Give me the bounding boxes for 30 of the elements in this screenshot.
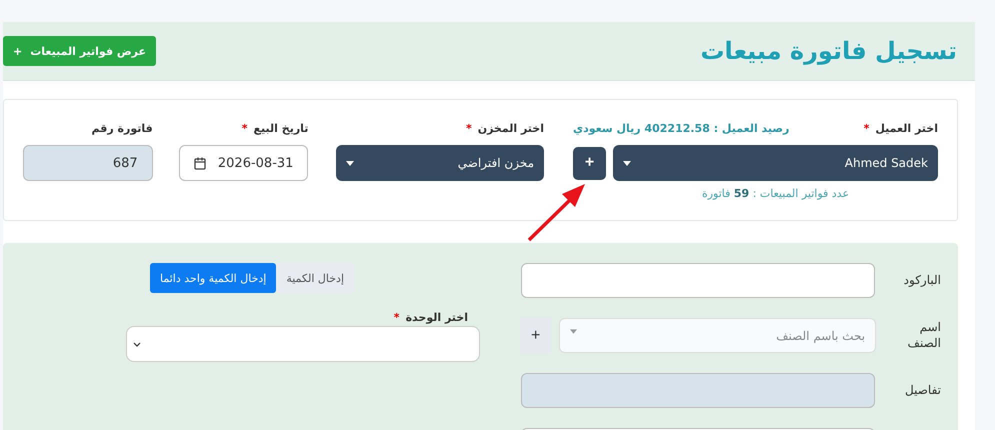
field-label: اختر المخزن [478,122,544,134]
required-mark: * [864,122,870,134]
required-mark: * [466,122,472,134]
chevron-icon [133,342,141,346]
required-mark: * [242,122,248,134]
field-label: اختر العميل [875,122,938,134]
date-field[interactable]: 2026-08-31 [178,145,308,181]
quantity-mode-tab[interactable]: إدخال الكمية واحد دائما [150,263,276,293]
caret-icon [623,160,631,166]
field-label: فاتورة رقم [92,122,153,134]
caret-icon [570,329,578,334]
customer-balance: رصيد العميل : 402212.58 ريال سعودي [573,122,790,134]
invoice-number-field: 687 [23,145,153,181]
page-title: تسجيل فاتورة مبيعات [700,37,957,65]
field-label: الباركود [902,272,942,288]
calendar-icon [194,156,206,170]
store-select[interactable]: مخزن افتراضي [336,145,544,181]
field-label: اسم الصنف [906,320,942,352]
required-mark: * [394,310,400,324]
details-field[interactable] [521,373,875,408]
field-label: تفاصيل [904,382,942,398]
field-label: اختر الوحدة [406,310,468,324]
unit-select[interactable] [126,326,480,362]
caret-icon [346,160,354,166]
field-label: تاريخ البيع [254,122,308,134]
quantity-mode-tab[interactable]: إدخال الكمية [276,263,354,293]
barcode-field[interactable] [521,263,875,298]
customer-select[interactable]: Ahmed Sadek [613,145,938,181]
add-item-button[interactable]: + [520,318,552,353]
add-customer-button[interactable]: + [573,146,606,180]
